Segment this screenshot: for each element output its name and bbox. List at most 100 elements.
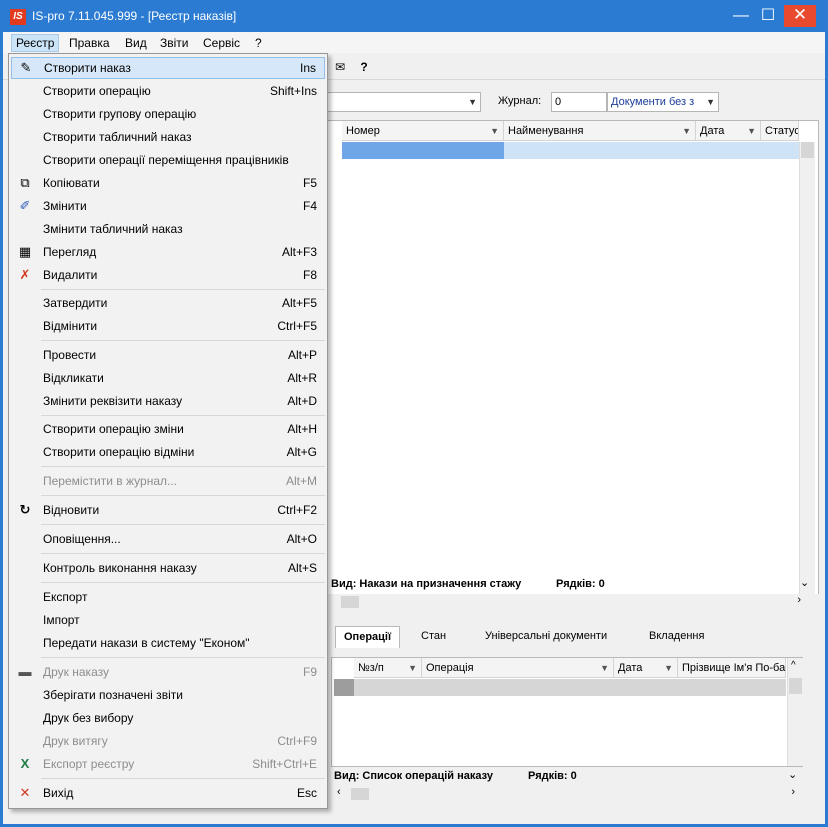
scroll-thumb[interactable] [801,142,814,158]
menu-item-copy[interactable]: ⧉ Копіювати F5 [11,172,325,194]
menu-item-save-marked-reports[interactable]: Зберігати позначені звіти [11,684,325,706]
chevron-down-icon: ▼ [468,97,477,107]
menu-item-print-order: ▬ Друк наказу F9 [18,664,318,679]
menu-item-edit-order-details[interactable]: Змінити реквізити наказу Alt+D [11,390,325,412]
menu-separator [41,582,325,583]
menu-item-create-operation[interactable]: Створити операцію Shift+Ins [11,80,325,102]
scroll-right-icon[interactable]: › [797,594,801,606]
register-combo[interactable]: й ▼ [315,92,481,112]
col-date-header[interactable]: Дата ▼ [696,121,761,141]
app-logo-icon: IS [10,9,26,25]
menu-item-create-order[interactable]: ✎ Створити наказ Ins [11,57,325,79]
menu-separator [41,340,325,341]
menu-separator [41,524,325,525]
operations-status-view: Вид: Список операцій наказу [334,770,493,782]
journal-type-combo[interactable]: Документи без з ▼ [607,92,719,112]
menu-item-restore[interactable]: ↻ Відновити Ctrl+F2 [11,499,325,521]
reestr-dropdown-menu: ✎ Створити наказ Ins Створити операцію Shi… [8,53,328,809]
menu-separator [41,289,325,290]
delete-icon: ✗ [19,267,31,282]
table-row[interactable] [354,679,786,696]
new-document-icon: ✎ [20,60,32,75]
orders-horizontal-scrollbar[interactable]: › [319,594,819,610]
menu-separator [41,466,325,467]
help-icon[interactable]: ? [355,59,373,75]
col-number-header[interactable]: Номер ▼ [342,121,504,141]
scroll-down-icon[interactable]: ⌄ [788,768,797,781]
menu-pravka[interactable]: Правка [65,34,114,52]
menu-item-create-transfer-operations[interactable]: Створити операції переміщення працівникі… [11,149,325,171]
col-operation-header[interactable]: Операція ▼ [422,658,614,678]
menu-item-export-registry: X Експорт реєстру Shift+Ctrl+E [11,753,325,775]
menu-item-exit[interactable]: ✕ Вихід Esc [11,782,325,804]
scroll-right-icon[interactable]: › [791,786,795,798]
menu-separator [41,553,325,554]
scroll-down-icon[interactable]: ⌄ [800,576,809,589]
orders-status-rows: Рядків: 0 [556,578,605,590]
menu-item-approve[interactable]: Затвердити Alt+F5 [11,292,325,314]
tab-attachments[interactable]: Вкладення [641,626,712,648]
excel-export-icon: X [20,756,30,771]
col-seq-header[interactable]: №з/п ▼ [354,658,422,678]
operations-vertical-scrollbar[interactable]: ^ [787,658,803,766]
operations-status-rows: Рядків: 0 [528,770,577,782]
orders-grid: Номер ▼ Найменування ▼ Дата ▼ Статус [319,120,819,600]
menu-help[interactable]: ? [251,34,266,52]
restore-icon: ↻ [19,502,31,517]
menu-item-create-change-operation[interactable]: Створити операцію зміни Alt+H [11,418,325,440]
menu-separator [41,778,325,779]
menu-item-move-to-journal: Перемістити в журнал... Alt+M [43,474,317,488]
menu-item-send-to-ekonom[interactable]: Передати накази в систему "Економ" [11,632,325,654]
menu-separator [41,657,325,658]
maximize-button[interactable]: ☐ [751,0,785,32]
mail-icon[interactable]: ✉ [331,59,349,75]
orders-vertical-scrollbar[interactable] [799,142,815,600]
menu-item-create-cancel-operation[interactable]: Створити операцію відміни Alt+G [11,441,325,463]
journal-type-value: Документи без з [611,96,695,108]
menu-item-edit[interactable]: ✐ Змінити F4 [11,195,325,217]
menu-reestr[interactable]: Реєстр [11,34,60,52]
tab-status[interactable]: Стан [413,626,454,648]
table-view-icon: ▦ [18,244,32,259]
operations-grid: №з/п ▼ Операція ▼ Дата ▼ Прізвище Ім'я По-б… [331,657,803,767]
scroll-thumb[interactable] [341,596,359,608]
col-status-header[interactable]: Статус [761,121,799,141]
orders-status-view: Вид: Накази на призначення стажу [331,578,522,590]
operations-horizontal-scrollbar[interactable]: ‹ › [331,786,803,802]
row-indicator [334,679,354,696]
menu-item-order-control[interactable]: Контроль виконання наказу Alt+S [11,557,325,579]
menu-item-recall[interactable]: Відкликати Alt+R [11,367,325,389]
menu-item-notifications[interactable]: Оповіщення... Alt+O [11,528,325,550]
menu-item-create-table-order[interactable]: Створити табличний наказ [11,126,325,148]
menu-item-create-group-operation[interactable]: Створити групову операцію [11,103,325,125]
menu-vyd[interactable]: Вид [121,34,151,52]
scroll-thumb[interactable] [351,788,369,800]
chevron-down-icon: ▼ [706,97,715,107]
close-button[interactable]: ✕ [784,5,816,27]
menu-item-view[interactable]: ▦ Перегляд Alt+F3 [11,241,325,263]
menu-item-delete[interactable]: ✗ Видалити F8 [11,264,325,286]
menu-servis[interactable]: Сервіс [199,34,244,52]
menu-item-import[interactable]: Імпорт [11,609,325,631]
table-row-selected-rest[interactable] [504,142,799,159]
copy-icon: ⧉ [20,175,30,190]
col-name-header[interactable]: Найменування ▼ [504,121,696,141]
menu-zvity[interactable]: Звіти [156,34,193,52]
scroll-up-icon[interactable]: ^ [791,660,796,671]
menu-item-cancel[interactable]: Відмінити Ctrl+F5 [11,315,325,337]
tab-operations[interactable]: Операції [335,626,401,648]
col-person-header[interactable]: Прізвище Ім'я По-ба [678,658,786,678]
col-op-date-header[interactable]: Дата ▼ [614,658,678,678]
title-bar[interactable]: IS IS-pro 7.11.045.999 - [Реєстр наказів… [0,0,828,32]
scroll-thumb[interactable] [789,678,802,694]
menu-item-edit-table-order[interactable]: Змінити табличний наказ [11,218,325,240]
table-row-selected[interactable] [342,142,504,159]
journal-number-input[interactable]: 0 [551,92,607,112]
printer-icon: ▬ [18,664,32,679]
menu-separator [41,495,325,496]
menu-item-print-without-choice[interactable]: Друк без вибору [11,707,325,729]
menu-item-export[interactable]: Експорт [11,586,325,608]
menu-item-post[interactable]: Провести Alt+P [11,344,325,366]
scroll-left-icon[interactable]: ‹ [337,786,341,798]
tab-universal-documents[interactable]: Універсальні документи [477,626,615,648]
